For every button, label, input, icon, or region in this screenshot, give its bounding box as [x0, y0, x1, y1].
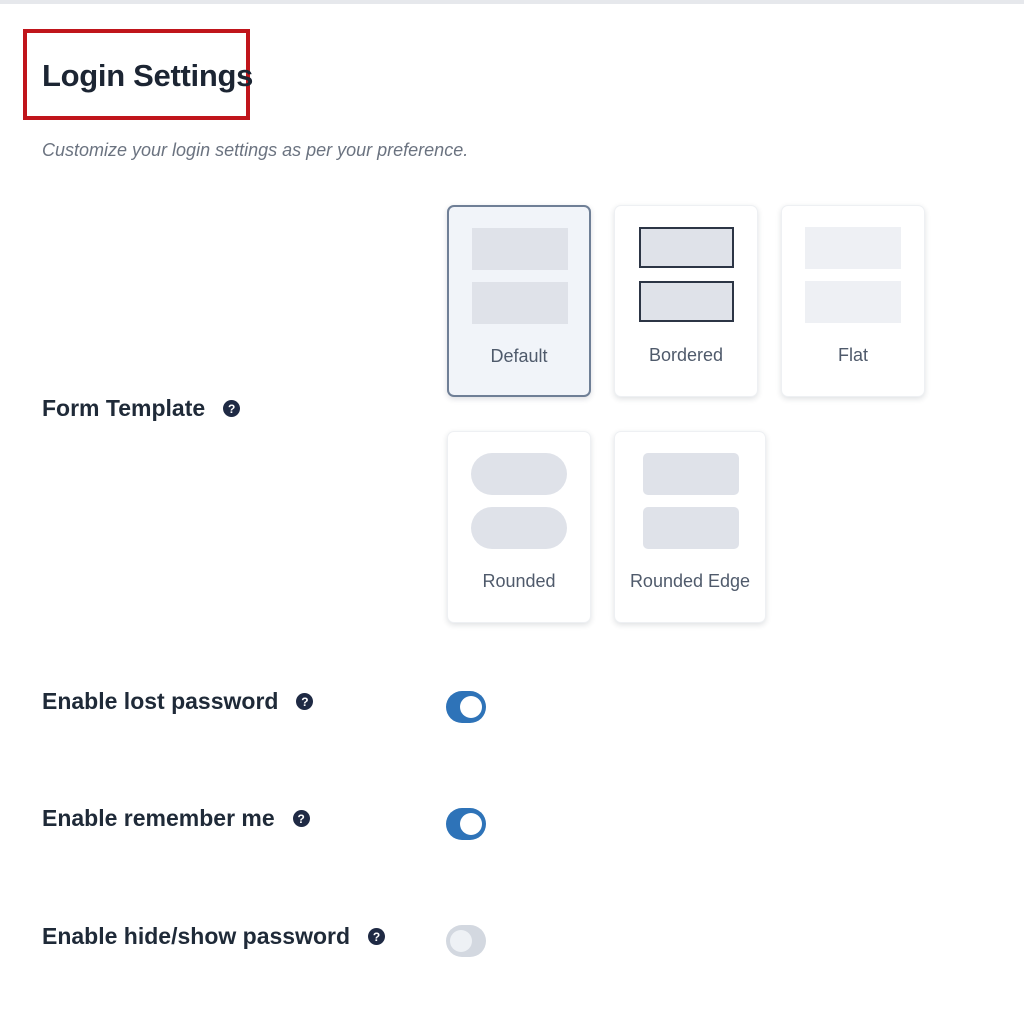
- form-template-label-text: Form Template: [42, 395, 206, 421]
- template-option-bordered[interactable]: Bordered: [614, 205, 758, 397]
- setting-row-hide-show-password: Enable hide/show password ?: [42, 923, 386, 950]
- template-preview-field: [471, 453, 567, 495]
- template-option-flat[interactable]: Flat: [781, 205, 925, 397]
- toggle-knob: [450, 930, 472, 952]
- setting-row-remember-me: Enable remember me ?: [42, 805, 310, 832]
- question-circle-icon[interactable]: ?: [296, 693, 314, 710]
- template-option-default[interactable]: Default: [447, 205, 591, 397]
- template-preview-field: [472, 282, 568, 324]
- setting-label: Enable remember me: [42, 805, 275, 831]
- question-circle-icon[interactable]: ?: [368, 928, 386, 945]
- template-option-label: Bordered: [648, 345, 724, 365]
- form-template-label: Form Template ?: [42, 395, 241, 422]
- setting-label: Enable hide/show password: [42, 923, 351, 949]
- template-option-label: Rounded Edge: [629, 571, 751, 591]
- template-preview-field: [472, 228, 568, 270]
- template-preview-field: [643, 507, 739, 549]
- template-preview-field: [643, 453, 739, 495]
- template-option-rounded-edge[interactable]: Rounded Edge: [614, 431, 766, 623]
- setting-label: Enable lost password: [42, 688, 279, 714]
- template-preview-field: [471, 507, 567, 549]
- top-divider: [0, 0, 1024, 4]
- template-preview-field: [639, 227, 734, 268]
- hide-show-password-toggle[interactable]: [446, 925, 486, 957]
- lost-password-toggle[interactable]: [446, 691, 486, 723]
- page-title: Login Settings: [42, 58, 254, 93]
- template-preview-field: [639, 281, 734, 322]
- template-preview-field: [805, 281, 901, 323]
- question-circle-icon[interactable]: ?: [223, 400, 241, 417]
- template-option-label: Rounded: [482, 571, 556, 591]
- template-option-label: Flat: [837, 345, 868, 365]
- page-subtitle: Customize your login settings as per you…: [42, 140, 469, 160]
- template-preview-field: [805, 227, 901, 269]
- setting-row-lost-password: Enable lost password ?: [42, 688, 314, 715]
- remember-me-toggle[interactable]: [446, 808, 486, 840]
- toggle-knob: [460, 813, 482, 835]
- template-option-rounded[interactable]: Rounded: [447, 431, 591, 623]
- question-circle-icon[interactable]: ?: [292, 810, 310, 827]
- template-option-label: Default: [490, 346, 548, 366]
- toggle-knob: [460, 696, 482, 718]
